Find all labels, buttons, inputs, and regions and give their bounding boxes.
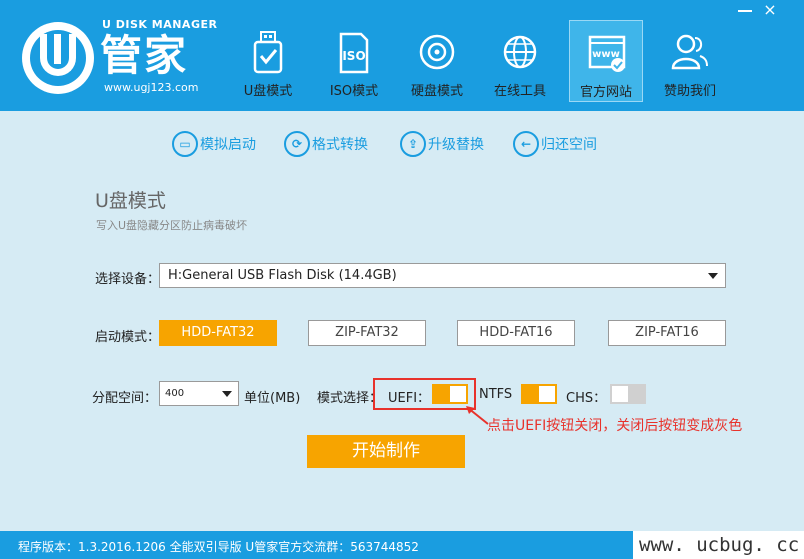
boot-mode-zip-fat16[interactable]: ZIP-FAT16 (608, 320, 726, 346)
chevron-down-icon (708, 273, 718, 279)
monitor-icon: ▭ (172, 131, 198, 157)
subtool-simulate-boot[interactable]: ▭ 模拟启动 (172, 130, 256, 158)
users-icon (671, 34, 708, 70)
subtool-restore-space[interactable]: ← 归还空间 (513, 130, 597, 158)
upgrade-icon: ⇪ (400, 131, 426, 157)
back-arrow-icon: ← (513, 131, 539, 157)
iso-disc-icon: ISO (339, 32, 369, 74)
nav-sponsor[interactable]: 赞助我们 (653, 20, 727, 102)
section-description: 写入U盘隐藏分区防止病毒破坏 (96, 219, 248, 232)
close-button[interactable]: × (760, 0, 780, 20)
logo-title: 管家 (100, 31, 189, 80)
logo-url: www.ugj123.com (104, 81, 199, 94)
chevron-down-icon (222, 391, 232, 397)
app-logo: U DISK MANAGER 管家 www.ugj123.com (22, 18, 218, 94)
subtool-label: 格式转换 (312, 137, 368, 153)
hard-disk-icon (419, 34, 455, 70)
boot-mode-hdd-fat32[interactable]: HDD-FAT32 (159, 320, 277, 346)
alloc-size-select[interactable]: 400 (159, 381, 239, 406)
subtool-label: 升级替换 (428, 137, 484, 153)
svg-text:www: www (592, 49, 620, 60)
ntfs-label: NTFS (479, 387, 513, 402)
nav-official-site[interactable]: www 官方网站 (569, 20, 643, 102)
nav-iso-mode[interactable]: ISO ISO模式 (317, 20, 391, 102)
refresh-icon: ⟳ (284, 131, 310, 157)
logo-top-text: U DISK MANAGER (102, 18, 218, 31)
alloc-label: 分配空间： (92, 391, 158, 406)
minimize-button[interactable] (738, 10, 752, 12)
subtool-upgrade[interactable]: ⇪ 升级替换 (400, 130, 484, 158)
ntfs-toggle[interactable] (521, 384, 557, 404)
nav-label: 在线工具 (493, 84, 546, 99)
subtool-label: 模拟启动 (200, 137, 256, 153)
svg-text:ISO: ISO (342, 49, 365, 63)
website-icon: www (588, 35, 626, 72)
nav-online-tools[interactable]: 在线工具 (483, 20, 557, 102)
device-select-value: H:General USB Flash Disk (14.4GB) (168, 268, 397, 283)
annotation-highlight-box (373, 378, 476, 410)
section-title: U盘模式 (95, 190, 166, 212)
nav-label: ISO模式 (329, 84, 379, 99)
nav-label: U盘模式 (243, 84, 293, 99)
subtool-format-convert[interactable]: ⟳ 格式转换 (284, 130, 368, 158)
logo-icon (22, 22, 94, 94)
unit-label: 单位(MB) (244, 391, 301, 406)
alloc-size-value: 400 (165, 388, 185, 399)
boot-mode-label: 启动模式： (95, 330, 161, 345)
title-bar: U DISK MANAGER 管家 www.ugj123.com U盘模式 IS… (0, 0, 804, 111)
device-select[interactable]: H:General USB Flash Disk (14.4GB) (159, 263, 726, 288)
watermark: www. ucbug. cc (633, 531, 804, 559)
boot-mode-zip-fat32[interactable]: ZIP-FAT32 (308, 320, 426, 346)
version-info: 程序版本：1.3.2016.1206 全能双引导版 U管家官方交流群：56374… (18, 540, 419, 554)
usb-drive-icon (253, 31, 283, 74)
device-label: 选择设备： (95, 272, 161, 287)
annotation-text: 点击UEFI按钮关闭，关闭后按钮变成灰色 (487, 418, 743, 434)
nav-label: 官方网站 (579, 85, 632, 100)
chs-label: CHS： (566, 391, 607, 406)
nav-label: 硬盘模式 (410, 84, 463, 99)
nav-label: 赞助我们 (663, 84, 716, 99)
globe-icon (503, 35, 537, 69)
nav-usb-mode[interactable]: U盘模式 (231, 20, 305, 102)
subtool-label: 归还空间 (541, 137, 597, 153)
nav-hdd-mode[interactable]: 硬盘模式 (400, 20, 474, 102)
boot-mode-hdd-fat16[interactable]: HDD-FAT16 (457, 320, 575, 346)
start-button[interactable]: 开始制作 (307, 435, 465, 468)
chs-toggle[interactable] (610, 384, 646, 404)
